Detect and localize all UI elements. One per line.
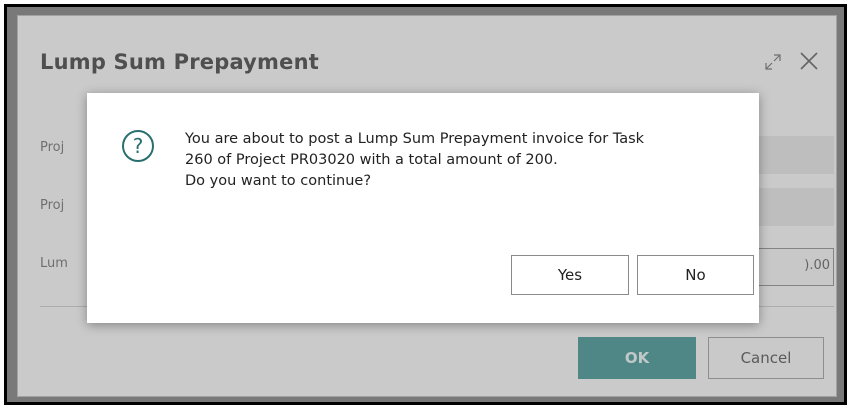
screenshot-frame: Lump Sum Prepayment Proj Proj Lum ).00 O…	[4, 4, 847, 405]
message-line: 260 of Project PR03020 with a total amou…	[185, 152, 558, 168]
confirmation-dialog: ? You are about to post a Lump Sum Prepa…	[87, 93, 759, 323]
no-button[interactable]: No	[637, 255, 754, 295]
confirmation-message: You are about to post a Lump Sum Prepaym…	[185, 129, 745, 192]
message-line: Do you want to continue?	[185, 173, 372, 189]
svg-text:?: ?	[133, 134, 144, 158]
question-icon: ?	[122, 130, 154, 162]
yes-button[interactable]: Yes	[511, 255, 629, 295]
message-line: You are about to post a Lump Sum Prepaym…	[185, 131, 645, 147]
